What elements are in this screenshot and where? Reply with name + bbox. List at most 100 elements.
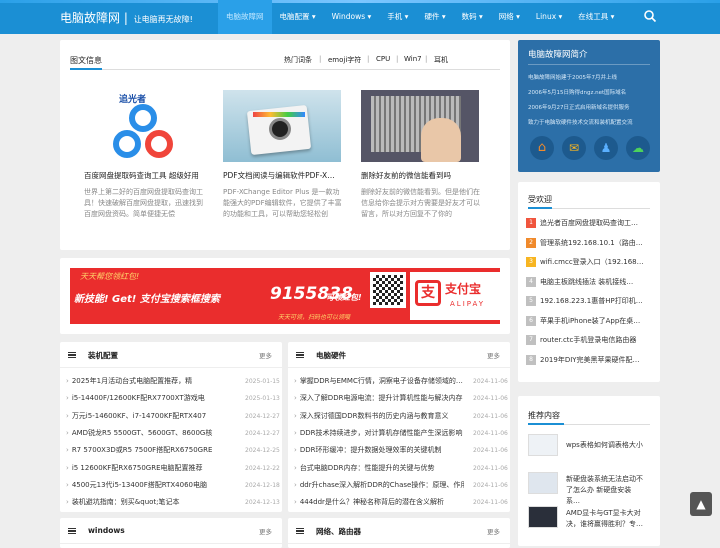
nav-network[interactable]: 网络 ▾ (491, 0, 528, 34)
rec-thumb[interactable] (528, 434, 558, 456)
popular-item[interactable]: 7 router.ctc手机登录电信路由器 (526, 335, 652, 345)
tab-emoji[interactable]: emoji字符 (328, 55, 361, 65)
list-item[interactable]: › DDR技术持续进步，对计算机存储性能产生深远影响 (294, 428, 464, 438)
nav-digital[interactable]: 数码 ▾ (454, 0, 491, 34)
more-link[interactable]: 更多 (259, 526, 272, 536)
mail-icon[interactable]: ✉ (562, 136, 586, 160)
list-item-title[interactable]: ddr升chase深入解析DDR的Chase操作：原理、作用 (300, 481, 464, 489)
popular-item[interactable]: 8 2019年DIY完美黑苹果硬件配… (526, 354, 652, 365)
list-item[interactable]: › 台式电脑DDR内存：性能提升的关键与优势 (294, 463, 464, 473)
card-title[interactable]: PDF文档阅读与编辑软件PDF-X… (223, 170, 343, 181)
list-item-title[interactable]: AMD锐龙R5 5500GT、5600GT、8600G核 (72, 429, 213, 437)
alipay-logo-icon: 支 (415, 280, 441, 306)
more-link[interactable]: 更多 (259, 350, 272, 360)
rec-title[interactable]: wps表格如何调表格大小 (566, 440, 644, 451)
list-item[interactable]: › 万元i5-14600KF、i7-14700KF配RTX407 (66, 411, 236, 421)
list-item-title[interactable]: 2025年1月活动台式电脑配置推荐，精 (72, 377, 192, 385)
list-item[interactable]: › 装机避坑指南：别买&quot;笔记本 (66, 497, 236, 507)
popular-item-title[interactable]: 192.168.223.1惠普HP打印机… (540, 297, 643, 305)
back-to-top-button[interactable]: ▲ (690, 492, 712, 516)
list-item[interactable]: › i5 12600KF配RX6750GRE电脑配置推荐 (66, 463, 236, 473)
list-item[interactable]: › DDR环形缓冲：提升数据处理效率的关键机制 (294, 445, 464, 455)
home-icon[interactable]: ⌂ (530, 136, 554, 160)
card-title[interactable]: 删除好友前的微信能看到吗 (361, 170, 481, 181)
list-item-date: 2025-01-15 (245, 378, 280, 385)
popular-item-title[interactable]: 追光者百度网盘提取码查询工… (540, 219, 638, 227)
tab-earphone[interactable]: 耳机 (434, 55, 448, 65)
list-item-title[interactable]: 4500元13代i5-13400F搭配RTX4060电脑 (72, 481, 207, 489)
nav-tools[interactable]: 在线工具 ▾ (570, 0, 622, 34)
rec-thumb[interactable] (528, 472, 558, 494)
list-item-title[interactable]: i5-14400F/12600KF配RX7700XT游戏电 (72, 394, 205, 402)
card-image-baidu-logo: 追光者 (84, 90, 202, 162)
list-item-title[interactable]: R7 5700X3D或R5 7500F搭配RX6750GRE (72, 446, 213, 454)
popular-item-title[interactable]: router.ctc手机登录电信路由器 (540, 336, 636, 344)
list-item-title[interactable]: DDR环形缓冲：提升数据处理效率的关键机制 (300, 446, 442, 454)
chevron-icon: › (294, 498, 297, 507)
rec-thumb[interactable] (528, 506, 558, 528)
list-item-title[interactable]: 装机避坑指南：别买&quot;笔记本 (72, 498, 180, 506)
list-item[interactable]: › 4500元13代i5-13400F搭配RTX4060电脑 (66, 480, 236, 490)
list-item-date: 2024-12-27 (245, 429, 280, 437)
alipay-ad-banner[interactable]: 天天帮您领红包! 新技能! Get! 支付宝搜索框搜索 9155838 可领红包… (60, 258, 510, 334)
list-item-title[interactable]: 深入了解DDR电源电流：提升计算机性能与解决内存 (300, 394, 463, 402)
list-item[interactable]: › 深入探讨德国DDR数料书的历史内涵与教育意义 (294, 411, 464, 421)
list-item[interactable]: › 掌握DDR与EMMC行情，洞察电子设备存储领域的… (294, 376, 464, 386)
nav-config[interactable]: 电脑配置 ▾ (272, 0, 324, 34)
popular-item-title[interactable]: wifi.cmcc登录入口（192.168… (540, 258, 644, 266)
nav-phone[interactable]: 手机 ▾ (379, 0, 416, 34)
list-item-title[interactable]: 台式电脑DDR内存：性能提升的关键与优势 (300, 464, 435, 472)
rec-title[interactable]: AMD显卡与GT显卡大对决，谁将赢得胜利？专… (566, 508, 644, 530)
card-image-hardware (361, 90, 479, 162)
wechat-icon[interactable]: ☁ (626, 136, 650, 160)
search-icon[interactable] (643, 9, 657, 23)
list-item-title[interactable]: i5 12600KF配RX6750GRE电脑配置推荐 (72, 464, 203, 472)
more-link[interactable]: 更多 (487, 526, 500, 536)
tab-hot-terms[interactable]: 热门词条 (284, 55, 312, 65)
popular-item[interactable]: 1 追光者百度网盘提取码查询工… (526, 218, 652, 228)
popular-item-title[interactable]: 电脑主板跳线插法 装机接线… (540, 278, 633, 286)
news-card[interactable]: PDF文档阅读与编辑软件PDF-X… PDF-XChange Editor Pl… (223, 90, 343, 240)
list-item-date: 2025-01-13 (245, 395, 280, 403)
popular-item-title[interactable]: 管理系统192.168.10.1（路由… (540, 239, 643, 247)
list-item[interactable]: › 444ddr是什么？神秘名称背后的潜在含义解析 (294, 497, 464, 507)
nav-hardware[interactable]: 硬件 ▾ (416, 0, 453, 34)
list-item[interactable]: › 深入了解DDR电源电流：提升计算机性能与解决内存 (294, 393, 464, 403)
windows-panel: windows 更多 (60, 518, 282, 548)
list-item[interactable]: › ddr升chase深入解析DDR的Chase操作：原理、作用 (294, 480, 464, 490)
rank-badge: 3 (526, 257, 536, 267)
qq-icon[interactable]: ♟ (594, 136, 618, 160)
rank-badge: 6 (526, 315, 536, 326)
list-item-title[interactable]: DDR技术持续进步，对计算机存储性能产生深远影响 (300, 429, 463, 437)
tab-cpu[interactable]: CPU (376, 55, 390, 63)
popular-item[interactable]: 4 电脑主板跳线插法 装机接线… (526, 276, 652, 287)
list-item[interactable]: › i5-14400F/12600KF配RX7700XT游戏电 (66, 393, 236, 403)
list-item-title[interactable]: 掌握DDR与EMMC行情，洞察电子设备存储领域的… (300, 377, 463, 385)
nav-windows[interactable]: Windows ▾ (324, 0, 380, 34)
list-item[interactable]: › 2025年1月活动台式电脑配置推荐，精 (66, 376, 236, 386)
list-item-title[interactable]: 444ddr是什么？神秘名称背后的潜在含义解析 (300, 498, 444, 506)
news-card[interactable]: 追光者 百度网盘提取码查询工具 超级好用 世界上第二好的百度网盘提取码查询工具！… (84, 90, 204, 240)
nav-home[interactable]: 电脑故障网 (218, 0, 272, 34)
tab-win7[interactable]: Win7 (404, 55, 422, 63)
alipay-brand-en: ALIPAY (450, 300, 486, 308)
list-item[interactable]: › AMD锐龙R5 5500GT、5600GT、8600G核 (66, 428, 236, 438)
rec-title[interactable]: 新硬盘装系统无法启动不了怎么办 新硬盘安装系… (566, 474, 644, 507)
popular-item[interactable]: 3 wifi.cmcc登录入口（192.168… (526, 257, 652, 267)
list-item-title[interactable]: 深入探讨德国DDR数料书的历史内涵与教育意义 (300, 412, 449, 420)
popular-item-title[interactable]: 2019年DIY完美黑苹果硬件配… (540, 356, 640, 364)
list-item-title[interactable]: 万元i5-14600KF、i7-14700KF配RTX407 (72, 412, 206, 420)
card-title[interactable]: 百度网盘提取码查询工具 超级好用 (84, 170, 204, 181)
nav-linux[interactable]: Linux ▾ (528, 0, 570, 34)
list-icon (68, 528, 76, 534)
list-item[interactable]: › R7 5700X3D或R5 7500F搭配RX6750GRE (66, 445, 236, 455)
section-title: 装机配置 (88, 351, 118, 360)
intro-title: 电脑故障网简介 (528, 50, 588, 60)
popular-item[interactable]: 2 管理系统192.168.10.1（路由… (526, 237, 652, 248)
news-card[interactable]: 删除好友前的微信能看到吗 删除好友前的微信能看到。但是他们在信息给你会提示对方需… (361, 90, 481, 240)
popular-item-title[interactable]: 苹果手机iPhone装了App在桌… (540, 317, 640, 325)
popular-item[interactable]: 5 192.168.223.1惠普HP打印机… (526, 296, 652, 306)
site-logo[interactable]: 电脑故障网 | 让电脑再无故障! (60, 9, 193, 26)
popular-item[interactable]: 6 苹果手机iPhone装了App在桌… (526, 315, 652, 326)
more-link[interactable]: 更多 (487, 350, 500, 360)
